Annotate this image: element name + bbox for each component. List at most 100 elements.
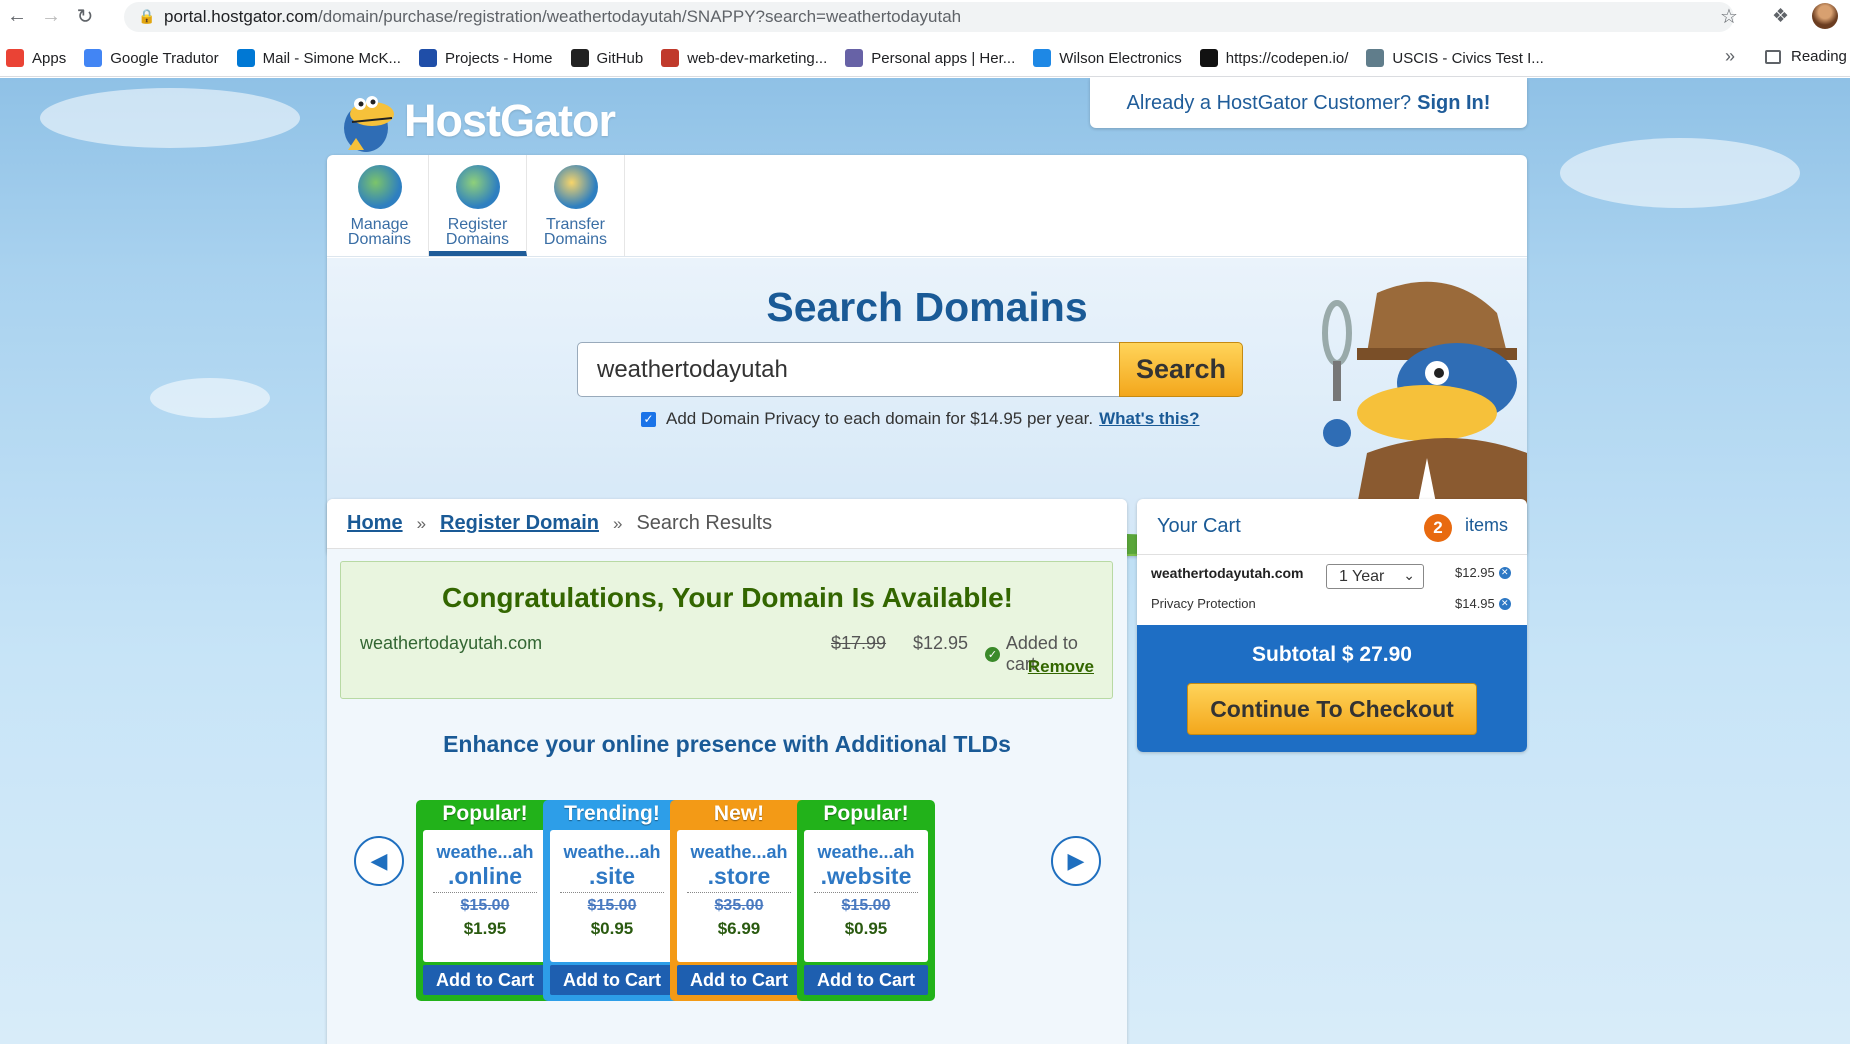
term-select[interactable]: 1 Year ⌄: [1326, 564, 1424, 589]
availability-box: Congratulations, Your Domain Is Availabl…: [340, 561, 1113, 699]
remove-domain-icon[interactable]: ✕: [1498, 566, 1511, 579]
tld-card: Popular! weathe...ah .website $15.00 $0.95 Ad…: [797, 800, 935, 1001]
availability-title: Congratulations, Your Domain Is Availabl…: [442, 582, 1013, 613]
tld-domain-name: weathe...ah: [817, 842, 915, 862]
tab-register-domains[interactable]: Register Domains: [429, 155, 527, 256]
carousel-prev-button[interactable]: ◀: [354, 836, 404, 886]
address-bar[interactable]: 🔒 portal.hostgator.com/domain/purchase/r…: [124, 2, 1734, 32]
breadcrumb-home[interactable]: Home: [347, 512, 403, 535]
term-value: 1 Year: [1339, 567, 1385, 585]
tab-label-line2: Domains: [445, 231, 510, 248]
cart-items-label: items: [1465, 515, 1509, 535]
domain-search-input[interactable]: weathertodayutah: [577, 342, 1120, 397]
search-results-panel: Home » Register Domain » Search Results …: [327, 499, 1127, 1044]
cart-privacy-price: $14.95: [1455, 596, 1495, 611]
back-icon[interactable]: ←: [0, 0, 34, 33]
cart-footer: Subtotal $ 27.90 Continue To Checkout: [1137, 625, 1527, 752]
tab-label-line2: Domains: [347, 231, 412, 248]
tld-badge: Trending!: [564, 802, 660, 825]
profile-avatar[interactable]: [1812, 3, 1838, 29]
bookmark-label: Wilson Electronics: [1059, 49, 1182, 67]
bookmark-item[interactable]: GitHub: [570, 49, 643, 67]
cart-privacy-price-row: $14.95 ✕: [1455, 596, 1511, 611]
register-domains-icon: [455, 165, 500, 209]
signin-link[interactable]: Sign In!: [1417, 92, 1490, 115]
tab-manage-domains[interactable]: Manage Domains: [331, 155, 429, 256]
tld-new-price: $0.95: [590, 919, 634, 938]
cart-domain-price-row: $12.95 ✕: [1455, 565, 1511, 580]
cart-subtotal: Subtotal $ 27.90: [1252, 643, 1412, 666]
bookmark-item[interactable]: Projects - Home: [418, 49, 553, 67]
tld-badge: New!: [713, 802, 765, 825]
remove-link[interactable]: Remove: [1028, 657, 1094, 677]
tld-new-price: $0.95: [844, 919, 888, 938]
bookmark-favicon-icon: [1033, 49, 1052, 67]
tld-badge: Popular!: [442, 802, 528, 825]
continue-to-checkout-button[interactable]: Continue To Checkout: [1187, 683, 1477, 735]
bookmark-star-icon[interactable]: ☆: [1720, 4, 1738, 29]
tld-add-to-cart-button[interactable]: Add to Cart: [677, 965, 801, 995]
new-price: $12.95: [913, 633, 969, 653]
hostgator-logo[interactable]: HostGator: [336, 86, 616, 156]
bookmark-label: https://codepen.io/: [1225, 49, 1349, 67]
tld-domain-name: weathe...ah: [436, 842, 534, 862]
remove-privacy-icon[interactable]: ✕: [1498, 597, 1511, 610]
bookmark-label: Mail - Simone McK...: [262, 49, 401, 67]
bookmark-item[interactable]: Mail - Simone McK...: [236, 49, 401, 67]
extensions-icon[interactable]: ❖: [1772, 5, 1789, 28]
tld-add-to-cart-button[interactable]: Add to Cart: [804, 965, 928, 995]
tld-extension: .website: [814, 863, 918, 893]
tab-label-line1: Register: [447, 216, 508, 233]
tld-badge: Popular!: [823, 802, 909, 825]
forward-icon[interactable]: →: [34, 0, 68, 33]
bookmark-item[interactable]: Personal apps | Her...: [845, 49, 1015, 67]
bookmark-item[interactable]: Apps: [6, 49, 66, 67]
tld-card: New! weathe...ah .store $35.00 $6.99 Add to C…: [670, 800, 808, 1001]
hostgator-page: HostGator Already a HostGator Customer? …: [0, 78, 1850, 1044]
manage-domains-icon: [357, 165, 402, 209]
bookmark-favicon-icon: [845, 49, 864, 67]
bookmark-item[interactable]: Google Tradutor: [84, 49, 219, 67]
tld-old-price: $15.00: [460, 897, 510, 914]
privacy-checkbox[interactable]: ✓: [641, 411, 656, 427]
tld-card-body: weathe...ah .website $15.00 $0.95: [804, 830, 928, 962]
bookmark-item[interactable]: Wilson Electronics: [1033, 49, 1182, 67]
chevron-right-icon: ▶: [1067, 848, 1085, 873]
tld-add-to-cart-button[interactable]: Add to Cart: [550, 965, 674, 995]
bookmark-item[interactable]: https://codepen.io/: [1199, 49, 1349, 67]
reload-icon[interactable]: ↻: [68, 0, 102, 33]
domain-search-panel: Manage Domains Register Domains Transfer…: [327, 155, 1527, 556]
tld-old-price: $15.00: [587, 897, 637, 914]
bookmark-item[interactable]: USCIS - Civics Test I...: [1366, 49, 1544, 67]
bookmark-favicon-icon: [84, 49, 103, 67]
tld-domain-name: weathe...ah: [690, 842, 788, 862]
bookmark-label: web-dev-marketing...: [687, 49, 828, 67]
breadcrumb: Home » Register Domain » Search Results: [327, 499, 1127, 549]
tld-card: Trending! weathe...ah .site $15.00 $0.95 Add …: [543, 800, 681, 1001]
bookmark-favicon-icon: [1199, 49, 1218, 67]
url-host: portal.hostgator.com: [164, 7, 319, 26]
signin-banner[interactable]: Already a HostGator Customer? Sign In!: [1090, 78, 1527, 128]
carousel-next-button[interactable]: ▶: [1051, 836, 1101, 886]
whats-this-link[interactable]: What's this?: [1099, 409, 1199, 429]
tld-add-to-cart-button[interactable]: Add to Cart: [423, 965, 547, 995]
bookmarks-overflow-icon[interactable]: »: [1725, 46, 1735, 67]
tld-domain-name: weathe...ah: [563, 842, 661, 862]
reading-list-label: Reading: [1791, 48, 1847, 65]
url-path: /domain/purchase/registration/weathertod…: [318, 7, 962, 26]
bookmark-favicon-icon: [6, 49, 24, 67]
cart-domain-price: $12.95: [1455, 565, 1495, 580]
gator-logo-icon: [344, 96, 394, 152]
tld-extension: .store: [687, 863, 791, 893]
bookmark-favicon-icon: [1366, 49, 1385, 67]
breadcrumb-separator: »: [416, 513, 427, 533]
bookmark-item[interactable]: web-dev-marketing...: [661, 49, 827, 67]
tab-transfer-domains[interactable]: Transfer Domains: [527, 155, 625, 256]
breadcrumb-register-domain[interactable]: Register Domain: [440, 512, 599, 535]
bookmark-label: Apps: [32, 49, 67, 67]
search-button[interactable]: Search: [1119, 342, 1243, 397]
reading-list-button[interactable]: Reading: [1765, 48, 1847, 65]
tld-card: Popular! weathe...ah .online $15.00 $1.95 Add…: [416, 800, 554, 1001]
tab-label-line1: Transfer: [546, 216, 605, 233]
logo-text: HostGator: [404, 95, 616, 146]
